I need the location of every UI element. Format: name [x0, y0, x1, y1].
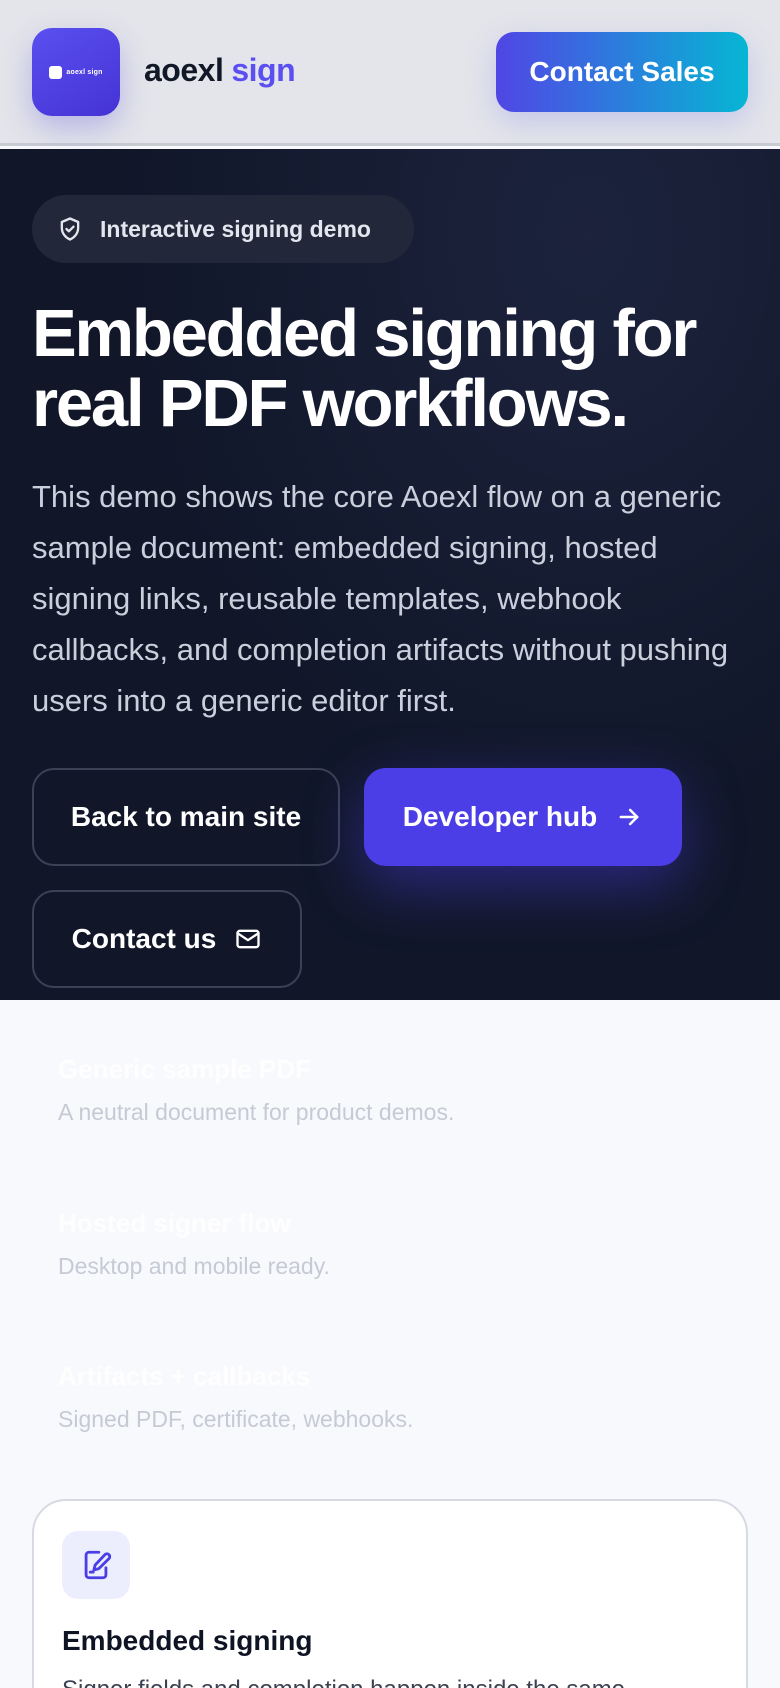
- card-title: Embedded signing: [62, 1625, 313, 1656]
- feature-title: Artifacts + callbacks: [58, 1361, 311, 1391]
- demo-badge-label: Interactive signing demo: [100, 215, 371, 242]
- hero-title: Embedded signing for real PDF workflows.: [32, 296, 697, 441]
- contact-sales-button[interactable]: Contact Sales: [496, 32, 748, 112]
- arrow-right-icon: [619, 808, 639, 826]
- embedded-signing-card: Embedded signing Signer fields and compl…: [32, 1499, 748, 1688]
- developer-hub-label: Developer hub: [402, 801, 598, 832]
- site-header: aoexl sign aoexl sign Contact Sales: [0, 0, 780, 146]
- feature-item: Hosted signer flow Desktop and mobile re…: [58, 1208, 330, 1280]
- feature-description: Desktop and mobile ready.: [58, 1253, 330, 1279]
- shield-check-icon: [60, 217, 80, 241]
- card-icon-wrapper: [62, 1531, 130, 1599]
- feature-item: Generic sample PDF A neutral document fo…: [58, 1054, 454, 1126]
- contact-us-label: Contact us: [71, 923, 217, 954]
- hero-section: Interactive signing demo Embedded signin…: [0, 149, 780, 1000]
- back-to-main-site-button[interactable]: Back to main site: [32, 768, 340, 866]
- feature-title: Hosted signer flow: [58, 1208, 291, 1238]
- demo-badge: Interactive signing demo: [32, 195, 414, 263]
- logo[interactable]: aoexl sign: [32, 28, 120, 116]
- card-description: Signer fields and completion happen insi…: [62, 1673, 722, 1688]
- brand-name[interactable]: aoexl sign: [144, 52, 296, 89]
- logo-text: aoexl sign: [66, 68, 103, 76]
- feature-title: Generic sample PDF: [58, 1054, 311, 1084]
- hero-description: This demo shows the core Aoexl flow on a…: [32, 479, 729, 718]
- feature-description: Signed PDF, certificate, webhooks.: [58, 1406, 414, 1432]
- contact-us-button[interactable]: Contact us: [32, 890, 302, 988]
- brand-primary: aoexl: [144, 52, 224, 88]
- logo-mark-icon: [49, 65, 63, 79]
- back-button-label: Back to main site: [70, 801, 302, 832]
- feature-description: A neutral document for product demos.: [58, 1099, 455, 1125]
- developer-hub-button[interactable]: Developer hub: [364, 768, 682, 866]
- mail-icon: [236, 929, 261, 949]
- file-signature-icon: [84, 1550, 112, 1580]
- brand-suffix: sign: [231, 52, 296, 88]
- feature-item: Artifacts + callbacks Signed PDF, certif…: [58, 1361, 413, 1433]
